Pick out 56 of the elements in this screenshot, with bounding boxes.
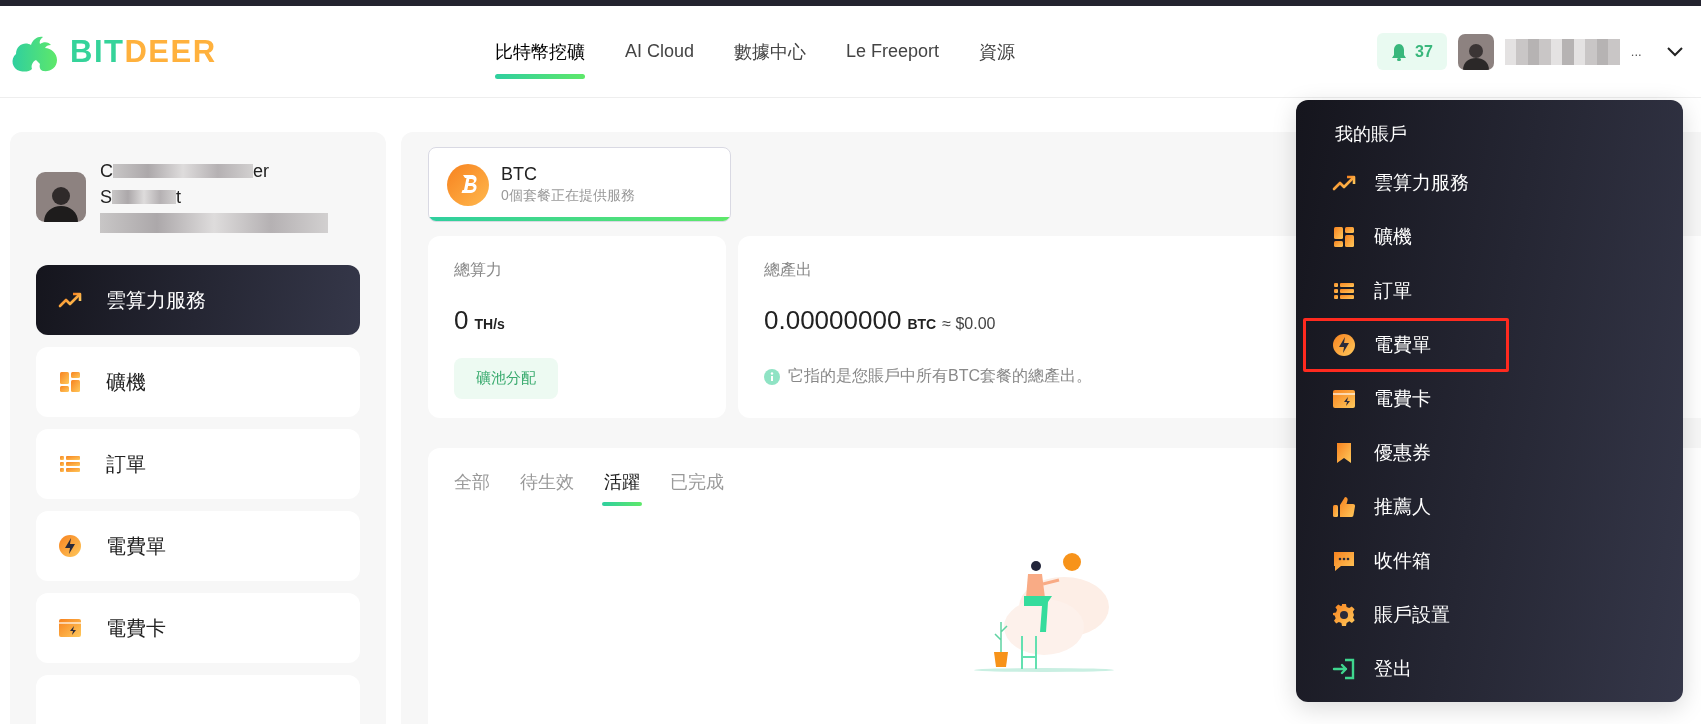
sidebar-item[interactable]: 電費單: [36, 511, 360, 581]
stat-unit: TH/s: [474, 316, 505, 332]
menu-item[interactable]: 推薦人: [1303, 480, 1509, 534]
menu-item[interactable]: 收件箱: [1303, 534, 1509, 588]
redaction-mosaic: [112, 190, 176, 204]
menu-item[interactable]: 電費單: [1303, 318, 1509, 372]
stat-unit: BTC: [907, 316, 937, 332]
tiles-icon: [58, 370, 82, 394]
menu-item[interactable]: 雲算力服務: [1303, 156, 1509, 210]
avatar[interactable]: [1457, 33, 1494, 70]
user-name: S: [100, 186, 112, 208]
menu-item[interactable]: 訂單: [1303, 264, 1509, 318]
tiles-icon: [1332, 225, 1356, 249]
nav-tab[interactable]: 比特幣挖礦: [475, 6, 605, 97]
user-name: er: [253, 160, 269, 182]
menu-item[interactable]: 優惠券: [1303, 426, 1509, 480]
settings-icon: [1332, 603, 1356, 627]
menu-item[interactable]: 電費卡: [1303, 372, 1509, 426]
power-card-icon: [58, 616, 82, 640]
logout-icon: [1332, 657, 1356, 681]
menu-item[interactable]: 登出: [1303, 642, 1509, 696]
fiat-value: ≈ $0.00: [942, 315, 996, 333]
info-icon: [764, 368, 780, 385]
bell-icon: [1391, 42, 1407, 61]
stat-value: 0.00000000: [764, 305, 902, 336]
power-card-icon: [1332, 387, 1356, 411]
stat-label: 總產出: [764, 260, 813, 280]
user-name: t: [176, 186, 182, 208]
coin-card[interactable]: BTC 0個套餐正在提供服務: [428, 147, 731, 222]
thumbs-up-icon: [1332, 495, 1356, 519]
nav-tab[interactable]: Le Freeport: [826, 6, 960, 97]
info-note: 它指的是您賬戶中所有BTC套餐的總產出。: [788, 366, 1092, 386]
logo-wordmark: BITDEER: [70, 33, 217, 70]
lightning-icon: [58, 534, 82, 558]
stat-label: 總算力: [454, 260, 503, 280]
sidebar-item[interactable]: 訂單: [36, 429, 360, 499]
chat-bubble-icon: [1332, 549, 1356, 573]
user-name: C: [100, 160, 113, 182]
sidebar-item[interactable]: 礦機: [36, 347, 360, 417]
stat-value: 0: [454, 305, 469, 336]
menu-item[interactable]: 賬戶設置: [1303, 588, 1509, 642]
coin-status: 0個套餐正在提供服務: [501, 187, 635, 205]
sidebar-item[interactable]: 雲算力服務: [36, 265, 360, 335]
user-name: ...: [1630, 44, 1642, 59]
nav-tab[interactable]: 數據中心: [714, 6, 827, 97]
coin-symbol: BTC: [501, 164, 538, 185]
nav-tab[interactable]: AI Cloud: [605, 6, 715, 97]
lightning-icon: [1332, 333, 1356, 357]
filter-tab[interactable]: 活躍: [604, 470, 640, 506]
nav-tab[interactable]: 資源: [959, 6, 1036, 97]
menu-item[interactable]: 礦機: [1303, 210, 1509, 264]
bitcoin-icon: [447, 163, 489, 206]
avatar: [36, 172, 86, 222]
sidebar-item[interactable]: 電費卡: [36, 593, 360, 663]
chevron-down-icon[interactable]: [1666, 46, 1683, 57]
menu-title: 我的賬戶: [1335, 123, 1408, 146]
